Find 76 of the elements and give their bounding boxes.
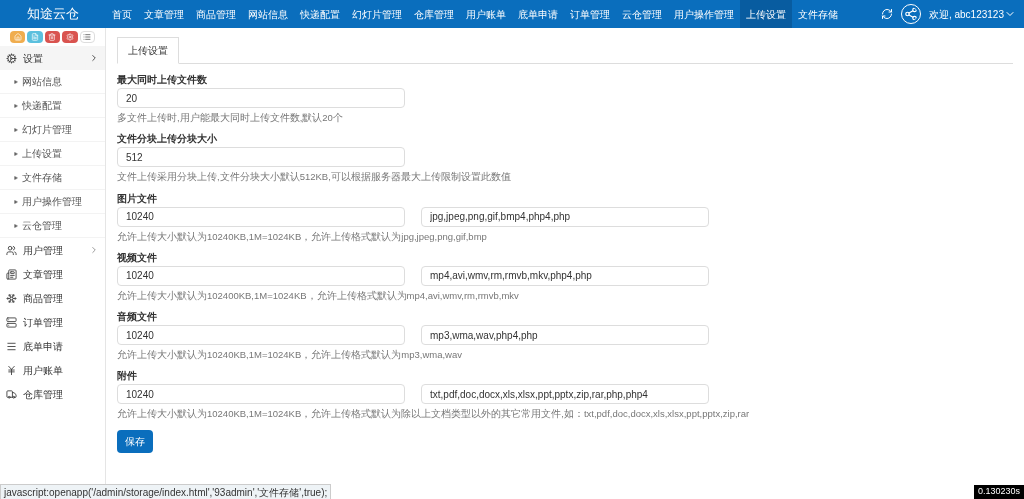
refresh-icon[interactable]	[880, 8, 893, 20]
timer: 0.130230s	[973, 485, 1024, 499]
sidebar-item[interactable]: 用户管理	[0, 238, 105, 262]
nav-tab[interactable]: 商品管理	[190, 0, 242, 28]
sidebar-subitem[interactable]: 上传设置	[0, 142, 105, 166]
file-button[interactable]	[27, 31, 43, 43]
field-label: 最大同时上传文件数	[117, 73, 208, 86]
nav-tab[interactable]: 快递配置	[294, 0, 346, 28]
sidebar-subitem[interactable]: 网站信息	[0, 70, 105, 94]
gear-icon	[65, 33, 74, 41]
list-button[interactable]	[79, 31, 96, 43]
nav-tab[interactable]: 云仓管理	[616, 0, 668, 28]
logo[interactable]: 知途云仓	[0, 4, 106, 24]
nav-tab[interactable]: 底单申请	[512, 0, 564, 28]
input-field[interactable]: 10240	[117, 265, 405, 286]
field-label: 视频文件	[117, 250, 158, 264]
sidebar-item[interactable]: 商品管理	[0, 286, 105, 310]
field-label: 附件	[117, 369, 138, 383]
bullet-icon	[14, 103, 18, 108]
help-text: 允许上传大小默认为10240KB,1M=1024KB，允许上传格式默认为jpg,jpeg,png,gif,bmp	[117, 229, 488, 244]
sidebar-item[interactable]: 底单申请	[0, 334, 105, 358]
list-icon	[83, 33, 92, 41]
sidebar-subitem[interactable]: 快递配置	[0, 94, 105, 118]
bullet-icon	[14, 151, 18, 156]
format-field[interactable]: mp4,avi,wmv,rm,rmvb,mkv,php4,php	[421, 265, 709, 286]
help-text: 允许上传大小默认为10240KB,1M=1024KB，允许上传格式默认为除以上文档类型以外的其它常用文件,如：txt,pdf,doc,docx,xls,xlsx,ppt,pptx,zip,rar	[117, 407, 751, 422]
settings-button[interactable]	[62, 31, 78, 43]
field-label: 文件分块上传分块大小	[117, 132, 218, 146]
trash-icon	[48, 33, 57, 41]
sidebar-item[interactable]: 用户账单	[0, 358, 105, 382]
user-menu[interactable]: 欢迎, abc123123	[928, 6, 1016, 22]
delete-button[interactable]	[44, 31, 61, 43]
tab[interactable]: 上传设置	[117, 37, 179, 64]
nav-tab[interactable]: 上传设置	[740, 0, 792, 28]
sidebar-subitem[interactable]: 幻灯片管理	[0, 118, 105, 142]
help-text: 允许上传大小默认为102400KB,1M=1024KB，允许上传格式默认为mp4,avi,wmv,rm,rmvb,mkv	[117, 288, 520, 303]
sidebar-item[interactable]: 文章管理	[0, 262, 105, 286]
help-text: 允许上传大小默认为10240KB,1M=1024KB，允许上传格式默认为mp3,wma,wav	[117, 348, 463, 362]
input-field[interactable]: 10240	[117, 325, 405, 345]
nav-tab[interactable]: 幻灯片管理	[346, 0, 408, 28]
nav-tab[interactable]: 用户操作管理	[668, 0, 740, 28]
input-field[interactable]: 10240	[117, 206, 405, 227]
bullet-icon	[14, 79, 18, 84]
home-button[interactable]	[10, 31, 26, 43]
file-icon	[31, 33, 40, 41]
sidebar-item[interactable]: 订单管理	[0, 310, 105, 334]
nav-tab[interactable]: 用户账单	[460, 0, 512, 28]
nav-tab[interactable]: 文件存储	[792, 0, 844, 28]
input-field[interactable]: 512	[117, 147, 405, 168]
sidebar-subitem[interactable]: 云仓管理	[0, 214, 105, 238]
sidebar-subitem[interactable]: 文件存储	[0, 166, 105, 190]
nav-tab[interactable]: 仓库管理	[408, 0, 460, 28]
home-icon	[13, 33, 22, 41]
bullet-icon	[14, 223, 18, 228]
chevron-icon	[89, 53, 99, 63]
field-label: 音频文件	[117, 310, 158, 323]
chevron-icon	[89, 245, 99, 255]
format-field[interactable]: mp3,wma,wav,php4,php	[421, 325, 709, 345]
sidebar-item[interactable]: 设置	[0, 46, 105, 70]
input-field[interactable]: 20	[117, 88, 405, 108]
field-label: 图片文件	[117, 191, 158, 205]
nav-tab[interactable]: 网站信息	[242, 0, 294, 28]
help-text: 文件上传采用分块上传,文件分块大小默认512KB,可以根据服务器最大上传限制设置此数值	[117, 170, 512, 185]
format-field[interactable]: jpg,jpeg,png,gif,bmp4,php4,php	[421, 206, 709, 227]
save-button[interactable]: 保存	[117, 429, 153, 453]
nav-tab[interactable]: 首页	[106, 0, 138, 28]
sidebar-subitem[interactable]: 用户操作管理	[0, 190, 105, 214]
bullet-icon	[14, 127, 18, 132]
sidebar-item[interactable]: 仓库管理	[0, 382, 105, 406]
format-field[interactable]: txt,pdf,doc,docx,xls,xlsx,ppt,pptx,zip,rar,php,php4	[421, 384, 709, 405]
nav-tab[interactable]: 订单管理	[564, 0, 616, 28]
nav-tab[interactable]: 文章管理	[138, 0, 190, 28]
bullet-icon	[14, 199, 18, 204]
help-text: 多文件上传时,用户能最大同时上传文件数,默认20个	[117, 111, 344, 125]
input-field[interactable]: 10240	[117, 384, 405, 405]
bullet-icon	[14, 175, 18, 180]
